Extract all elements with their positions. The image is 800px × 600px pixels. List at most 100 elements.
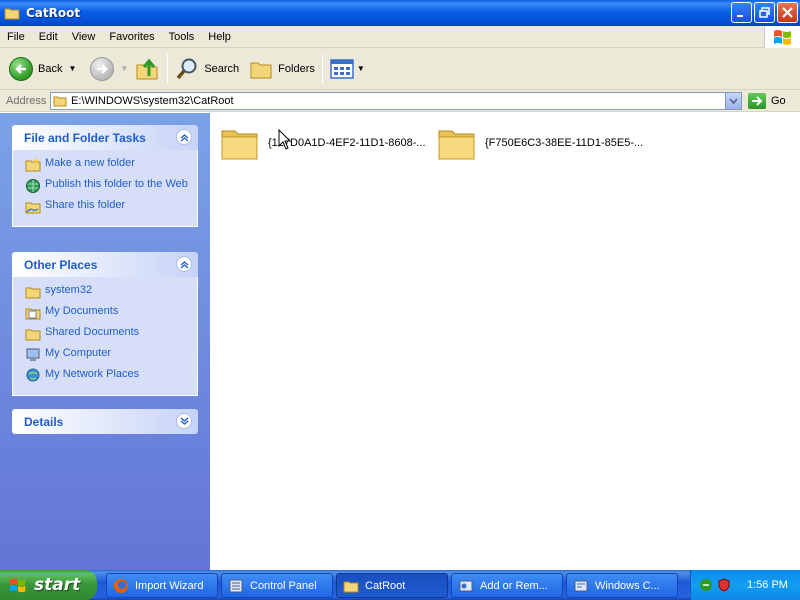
- place-label: Shared Documents: [45, 326, 140, 338]
- views-button[interactable]: ▼: [327, 52, 368, 86]
- search-button[interactable]: Search: [172, 52, 242, 86]
- file-folder-tasks-panel: File and Folder Tasks Make a new folder …: [12, 125, 198, 227]
- folder-icon: [4, 8, 20, 20]
- menu-favorites[interactable]: Favorites: [102, 31, 161, 43]
- address-input[interactable]: E:\WINDOWS\system32\CatRoot: [50, 92, 742, 110]
- start-button[interactable]: start: [0, 570, 97, 600]
- folder-icon: [343, 581, 359, 592]
- add-remove-icon: [459, 580, 473, 591]
- my-computer-icon: [26, 348, 40, 361]
- windows-logo-icon: [764, 26, 800, 48]
- views-dropdown-icon[interactable]: ▼: [357, 64, 365, 73]
- firefox-icon: [114, 578, 128, 593]
- go-arrow-icon: [748, 93, 766, 109]
- address-dropdown-button[interactable]: [725, 93, 741, 109]
- collapse-icon[interactable]: [176, 129, 192, 145]
- panel-title: Details: [24, 414, 64, 429]
- close-icon: [782, 7, 793, 18]
- chevron-down-icon: [729, 98, 738, 104]
- control-panel-icon: [229, 579, 243, 592]
- title-bar[interactable]: CatRoot: [0, 0, 800, 26]
- folders-icon: [250, 62, 272, 78]
- taskbar-control-panel[interactable]: Control Panel: [221, 573, 333, 598]
- back-arrow-icon: [9, 56, 33, 81]
- address-value: E:\WINDOWS\system32\CatRoot: [71, 95, 234, 107]
- menu-view[interactable]: View: [65, 31, 103, 43]
- windows-icon: [574, 580, 588, 591]
- other-places-panel: Other Places system32 My Documents Share…: [12, 252, 198, 396]
- place-my-computer[interactable]: My Computer: [25, 347, 197, 363]
- folder-item[interactable]: {F750E6C3-38EE-11D1-85E5-...: [437, 121, 643, 165]
- menu-tools[interactable]: Tools: [162, 31, 202, 43]
- go-label: Go: [771, 95, 786, 107]
- mouse-cursor-icon: [278, 129, 292, 150]
- maximize-button[interactable]: [754, 2, 775, 23]
- taskbar-button-label: Windows C...: [595, 579, 660, 592]
- menu-file[interactable]: File: [0, 31, 32, 43]
- folder-icon: [53, 96, 67, 107]
- menu-help[interactable]: Help: [201, 31, 238, 43]
- network-tray-icon[interactable]: [699, 578, 713, 592]
- toolbar-separator: [167, 53, 169, 84]
- panel-title: Other Places: [24, 257, 98, 272]
- panel-header[interactable]: Details: [12, 409, 198, 434]
- place-system32[interactable]: system32: [25, 284, 197, 300]
- taskbar-button-label: CatRoot: [365, 579, 406, 592]
- taskbar: start Import Wizard Control Panel CatRoo…: [0, 570, 800, 600]
- publish-web-icon: [26, 179, 40, 193]
- clock[interactable]: 1:56 PM: [747, 579, 788, 591]
- details-panel: Details: [12, 409, 198, 434]
- forward-dropdown-icon[interactable]: ▼: [120, 64, 128, 73]
- folder-item[interactable]: {127D0A1D-4EF2-11D1-8608-...: [220, 121, 426, 165]
- close-button[interactable]: [777, 2, 798, 23]
- place-label: system32: [45, 284, 93, 296]
- up-folder-button[interactable]: [131, 52, 163, 86]
- task-share-folder[interactable]: Share this folder: [25, 199, 197, 215]
- folder-name: {F750E6C3-38EE-11D1-85E5-...: [485, 137, 644, 149]
- up-folder-icon: [136, 58, 158, 79]
- collapse-icon[interactable]: [176, 256, 192, 272]
- taskbar-button-label: Add or Rem...: [480, 579, 548, 592]
- back-dropdown-icon[interactable]: ▼: [68, 64, 76, 73]
- file-list[interactable]: {127D0A1D-4EF2-11D1-8608-... {F750E6C3-3…: [210, 113, 800, 570]
- task-make-new-folder[interactable]: Make a new folder: [25, 157, 197, 173]
- network-places-icon: [26, 368, 40, 382]
- forward-button[interactable]: ▼: [87, 52, 131, 86]
- views-icon: [330, 58, 354, 79]
- back-button[interactable]: Back ▼: [6, 52, 79, 86]
- menu-edit[interactable]: Edit: [32, 31, 65, 43]
- taskbar-button-label: Control Panel: [250, 579, 317, 592]
- taskbar-windows-c[interactable]: Windows C...: [566, 573, 678, 598]
- minimize-button[interactable]: [731, 2, 752, 23]
- folder-icon: [438, 130, 475, 160]
- place-my-documents[interactable]: My Documents: [25, 305, 197, 321]
- search-icon: [176, 58, 197, 79]
- folders-button[interactable]: Folders: [246, 52, 318, 86]
- security-shield-icon[interactable]: [717, 578, 731, 592]
- folder-icon: [25, 329, 41, 341]
- taskbar-catroot[interactable]: CatRoot: [336, 573, 448, 598]
- expand-icon[interactable]: [176, 413, 192, 429]
- window-title: CatRoot: [26, 6, 81, 20]
- task-publish-web[interactable]: Publish this folder to the Web: [25, 178, 197, 194]
- system-tray: 1:56 PM: [690, 570, 800, 600]
- taskbar-import-wizard[interactable]: Import Wizard: [106, 573, 218, 598]
- panel-header[interactable]: Other Places: [12, 252, 198, 277]
- windows-logo-icon: [9, 578, 26, 593]
- place-my-network-places[interactable]: My Network Places: [25, 368, 197, 384]
- panel-body: Make a new folder Publish this folder to…: [12, 150, 198, 227]
- taskbar-add-remove[interactable]: Add or Rem...: [451, 573, 563, 598]
- folders-label: Folders: [278, 62, 315, 75]
- panel-header[interactable]: File and Folder Tasks: [12, 125, 198, 150]
- toolbar-separator: [321, 53, 323, 84]
- forward-arrow-icon: [90, 56, 115, 81]
- search-label: Search: [204, 62, 240, 75]
- place-label: My Network Places: [45, 368, 140, 380]
- address-label: Address: [6, 94, 47, 107]
- my-documents-icon: [25, 308, 41, 320]
- address-bar: Address E:\WINDOWS\system32\CatRoot Go: [0, 90, 800, 112]
- place-shared-documents[interactable]: Shared Documents: [25, 326, 197, 342]
- go-button[interactable]: Go: [748, 92, 786, 110]
- start-label: start: [34, 575, 81, 595]
- task-label: Share this folder: [45, 199, 126, 211]
